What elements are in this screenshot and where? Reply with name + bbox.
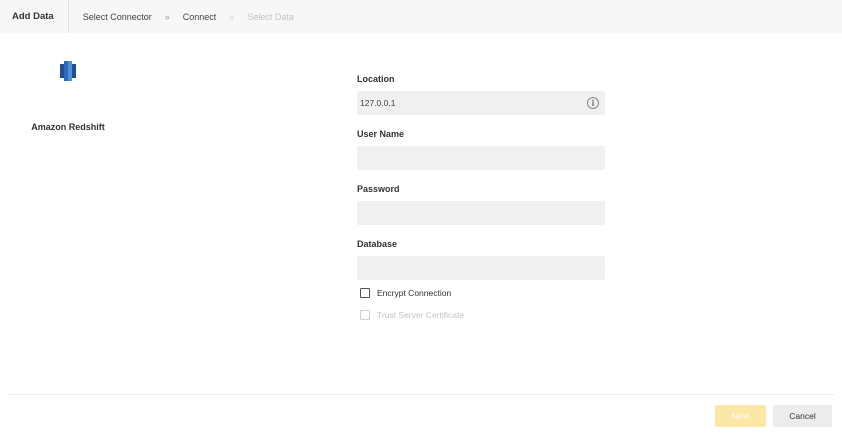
database-label: Database	[357, 239, 398, 249]
connection-form: Location i User Name Password Database E…	[357, 70, 605, 324]
location-label: Location	[357, 74, 395, 84]
trust-server-certificate-label: Trust Server Certificate	[377, 310, 465, 320]
info-icon[interactable]: i	[587, 97, 599, 109]
breadcrumb-separator-icon: »	[164, 11, 170, 22]
breadcrumb-select-connector[interactable]: Select Connector	[83, 12, 152, 22]
top-bar: Add Data Select Connector » Connect » Se…	[0, 0, 842, 33]
location-field[interactable]: i	[357, 91, 605, 115]
next-button[interactable]: Next	[715, 405, 766, 427]
password-label: Password	[357, 184, 400, 194]
breadcrumb: Select Connector » Connect » Select Data	[69, 12, 294, 22]
encrypt-connection-option[interactable]: Encrypt Connection	[357, 284, 605, 302]
trust-server-certificate-checkbox	[360, 310, 370, 320]
trust-server-certificate-option: Trust Server Certificate	[357, 306, 605, 324]
database-input[interactable]	[357, 256, 605, 280]
user-name-input[interactable]	[357, 146, 605, 170]
password-field[interactable]	[357, 201, 605, 225]
cancel-button[interactable]: Cancel	[773, 405, 832, 427]
encrypt-connection-checkbox[interactable]	[360, 288, 370, 298]
encrypt-connection-label[interactable]: Encrypt Connection	[377, 288, 451, 298]
page-title: Add Data	[0, 0, 69, 33]
connector-name: Amazon Redshift	[31, 122, 105, 132]
location-input[interactable]	[357, 91, 605, 115]
password-input[interactable]	[357, 201, 605, 225]
user-name-label: User Name	[357, 129, 405, 139]
breadcrumb-connect[interactable]: Connect	[183, 12, 217, 22]
breadcrumb-select-data: Select Data	[247, 11, 294, 22]
redshift-logo-icon	[60, 61, 76, 81]
breadcrumb-separator-icon: »	[229, 11, 235, 22]
connector-panel: Amazon Redshift	[0, 60, 136, 132]
user-name-field[interactable]	[357, 146, 605, 170]
footer-divider	[8, 394, 834, 395]
database-field[interactable]	[357, 256, 605, 280]
